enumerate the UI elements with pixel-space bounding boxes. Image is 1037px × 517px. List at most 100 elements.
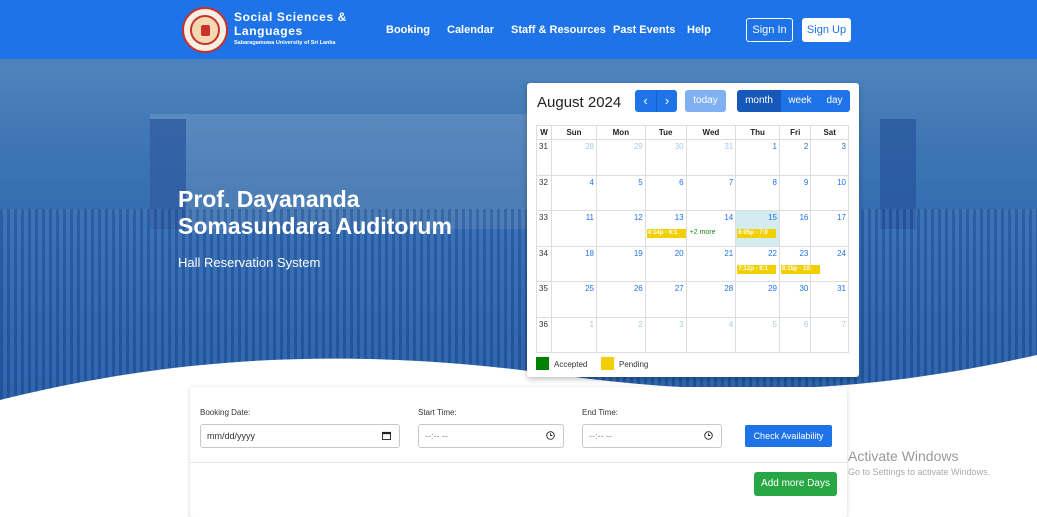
day-number: 19 — [633, 248, 643, 258]
day-number: 30 — [674, 142, 684, 151]
week-number-header: W — [536, 125, 552, 140]
calendar-day[interactable]: 31 — [685, 139, 737, 176]
brand-name-line2: Languages — [234, 24, 303, 38]
day-number: 21 — [724, 248, 734, 258]
view-day-button[interactable]: day — [819, 90, 850, 112]
calendar-today-button[interactable]: today — [685, 90, 726, 112]
logo-emblem-icon — [190, 15, 220, 45]
activate-windows-subtitle: Go to Settings to activate Windows. — [848, 467, 991, 477]
brand-name-line1: Social Sciences & — [234, 10, 347, 24]
clock-icon[interactable] — [704, 431, 713, 440]
calendar-day[interactable]: 30 — [778, 281, 812, 318]
calendar-day[interactable]: 23 8:15p - 10: — [778, 245, 820, 282]
end-time-input[interactable]: --:-- -- — [582, 424, 722, 448]
booking-date-input[interactable]: mm/dd/yyyy — [200, 424, 400, 448]
pending-event[interactable]: 4:14p - 6:1 — [646, 229, 686, 238]
weekday-header: Wed — [685, 125, 737, 140]
booking-date-label: Booking Date: — [200, 408, 251, 417]
booking-calendar: August 2024 ‹ › today month week day W Su… — [527, 83, 859, 377]
calendar-day[interactable]: 9 — [778, 174, 812, 211]
calendar-next-button[interactable]: › — [656, 90, 677, 112]
hero-title: Prof. Dayananda Somasundara Auditorum — [178, 186, 518, 240]
calendar-prev-button[interactable]: ‹ — [635, 90, 656, 112]
calendar-day[interactable]: 7 — [810, 316, 849, 353]
day-number: 2 — [638, 319, 643, 329]
calendar-day[interactable]: 25 — [551, 281, 597, 318]
calendar-day[interactable]: 2 — [596, 316, 646, 353]
clock-icon[interactable] — [546, 431, 555, 440]
calendar-day[interactable]: 29 — [596, 139, 646, 176]
day-number: 4 — [728, 319, 734, 329]
calendar-day[interactable]: 30 — [644, 139, 687, 176]
calendar-day[interactable]: 22 7:12p - 9:1 — [735, 245, 780, 282]
calendar-week-row: 35 25 26 27 28 29 30 31 — [536, 281, 849, 318]
check-availability-button[interactable]: Check Availability — [745, 425, 832, 447]
calendar-day[interactable]: 8 — [735, 174, 780, 211]
calendar-day[interactable]: 24 — [810, 245, 849, 282]
calendar-day[interactable]: 28 — [551, 139, 597, 176]
university-logo[interactable] — [182, 7, 228, 53]
view-month-button[interactable]: month — [737, 90, 781, 112]
calendar-day[interactable]: 11 — [551, 210, 597, 247]
calendar-day[interactable]: 14 +2 more — [685, 210, 737, 247]
day-number: 20 — [674, 248, 684, 258]
calendar-day[interactable]: 12 — [596, 210, 646, 247]
booking-form: Booking Date: mm/dd/yyyy Start Time: --:… — [190, 387, 847, 517]
calendar-day[interactable]: 10 — [810, 174, 849, 211]
calendar-day[interactable]: 17 — [810, 210, 849, 247]
more-events-link[interactable]: +2 more — [690, 229, 716, 236]
calendar-day[interactable]: 1 — [551, 316, 597, 353]
calendar-day[interactable]: 6 — [778, 316, 812, 353]
calendar-day[interactable]: 19 — [596, 245, 646, 282]
day-number: 28 — [724, 284, 734, 293]
pending-event[interactable]: 7:12p - 9:1 — [737, 264, 777, 274]
calendar-day[interactable]: 31 — [810, 281, 849, 318]
calendar-day-today[interactable]: 15 6:05p - 7:0 — [735, 210, 780, 247]
calendar-day[interactable]: 4 — [685, 316, 737, 353]
nav-booking[interactable]: Booking — [386, 24, 430, 36]
calendar-week-row: 31 28 29 30 31 1 2 3 — [536, 139, 849, 176]
calendar-day[interactable]: 3 — [644, 316, 687, 353]
calendar-day[interactable]: 5 — [735, 316, 780, 353]
calendar-day[interactable]: 2 — [778, 139, 812, 176]
end-time-label: End Time: — [582, 408, 619, 417]
legend-pending-label: Pending — [619, 360, 649, 369]
calendar-day[interactable]: 3 — [810, 139, 849, 176]
calendar-day[interactable]: 18 — [551, 245, 597, 282]
calendar-day[interactable]: 13 4:14p - 6:1 — [644, 210, 687, 247]
calendar-day[interactable]: 26 — [596, 281, 646, 318]
calendar-day[interactable]: 5 — [596, 174, 646, 211]
calendar-day[interactable]: 27 — [644, 281, 687, 318]
day-number: 30 — [799, 284, 809, 293]
start-time-input[interactable]: --:-- -- — [418, 424, 564, 448]
nav-help[interactable]: Help — [687, 24, 711, 36]
day-number: 3 — [679, 319, 684, 329]
day-number: 6 — [803, 319, 809, 329]
day-number: 4 — [589, 177, 594, 187]
pending-event[interactable]: 6:05p - 7:0 — [737, 229, 777, 238]
nav-staff-resources[interactable]: Staff & Resources — [511, 24, 606, 36]
calendar-day[interactable]: 20 — [644, 245, 687, 282]
day-number: 8 — [772, 177, 777, 187]
calendar-day[interactable]: 6 — [644, 174, 687, 211]
nav-past-events[interactable]: Past Events — [613, 24, 675, 36]
calendar-icon[interactable] — [382, 431, 391, 440]
sign-in-button[interactable]: Sign In — [746, 18, 793, 42]
calendar-day[interactable]: 16 — [778, 210, 812, 247]
calendar-day[interactable]: 28 — [685, 281, 737, 318]
calendar-day[interactable]: 7 — [685, 174, 737, 211]
day-number: 25 — [585, 284, 594, 293]
calendar-title: August 2024 — [537, 94, 622, 111]
calendar-day[interactable]: 21 — [685, 245, 737, 282]
calendar-week-row: 34 18 19 20 21 22 7:12p - 9:1 23 8:15p - 10: 24 — [536, 245, 849, 282]
calendar-day[interactable]: 29 — [735, 281, 780, 318]
calendar-day[interactable]: 4 — [551, 174, 597, 211]
day-number: 13 — [674, 213, 684, 222]
view-week-button[interactable]: week — [781, 90, 819, 112]
add-more-days-button[interactable]: Add more Days — [754, 472, 837, 496]
day-number: 27 — [674, 284, 684, 293]
sign-up-button[interactable]: Sign Up — [802, 18, 851, 42]
week-number: 31 — [536, 139, 552, 176]
nav-calendar[interactable]: Calendar — [447, 24, 494, 36]
calendar-day[interactable]: 1 — [735, 139, 780, 176]
